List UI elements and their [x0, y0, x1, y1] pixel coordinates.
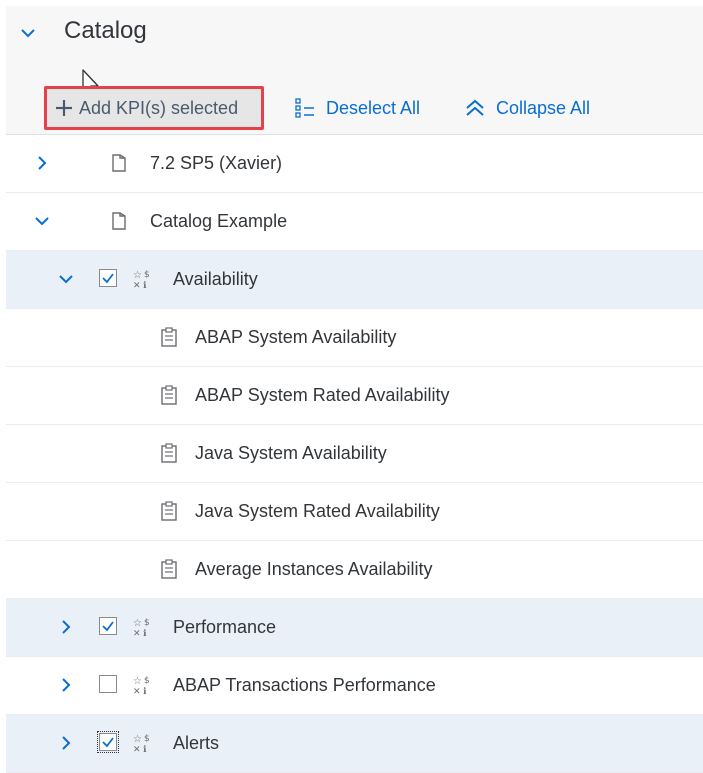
collapse-all-button[interactable]: Collapse All [464, 86, 590, 130]
tree-row-catalog-example[interactable]: Catalog Example [6, 193, 703, 251]
tree-row-performance[interactable]: ☆ $ ✕ ℹ Performance [6, 599, 703, 657]
clipboard-icon [161, 443, 177, 463]
tree-row-abap-transactions-performance[interactable]: ☆ $ ✕ ℹ ABAP Transactions Performance [6, 657, 703, 715]
svg-text:✕: ✕ [133, 745, 141, 754]
double-chevron-up-icon [466, 99, 484, 116]
svg-text:☆: ☆ [133, 270, 142, 281]
svg-text:$: $ [144, 618, 150, 628]
tree-row-label: Average Instances Availability [195, 559, 433, 579]
chevron-right-icon[interactable] [34, 155, 50, 171]
chevron-right-icon[interactable] [58, 735, 74, 751]
tree-row-kpi[interactable]: Java System Availability [6, 425, 703, 483]
clipboard-icon [161, 327, 177, 347]
svg-text:✕: ✕ [133, 281, 141, 290]
clipboard-icon [161, 385, 177, 405]
svg-text:☆: ☆ [133, 618, 142, 629]
checkbox-unchecked[interactable] [99, 675, 117, 693]
chevron-right-icon[interactable] [58, 677, 74, 693]
tree-row-label: 7.2 SP5 (Xavier) [150, 153, 283, 173]
svg-text:$: $ [144, 734, 150, 744]
kpi-group-icon: ☆ $ ✕ ℹ [133, 618, 150, 638]
tree-row-availability[interactable]: ☆ $ ✕ ℹ Availability [6, 251, 703, 309]
catalog-panel: Catalog Add KPI(s) selected Deselect All [6, 6, 703, 773]
clipboard-icon [161, 559, 177, 579]
catalog-title: Catalog [64, 17, 147, 44]
deselect-all-button[interactable]: Deselect All [294, 86, 420, 130]
tree-row-label: Java System Rated Availability [195, 501, 440, 521]
tree-row-label: ABAP System Availability [195, 327, 397, 347]
checkmark-icon [102, 621, 114, 632]
chevron-down-icon[interactable] [20, 25, 36, 41]
chevron-down-icon[interactable] [58, 271, 74, 287]
tree-row-kpi[interactable]: ABAP System Rated Availability [6, 367, 703, 425]
tree-row-label: Java System Availability [195, 443, 387, 463]
tree-row-label: ABAP Transactions Performance [173, 675, 436, 695]
tree-row-kpi[interactable]: Average Instances Availability [6, 541, 703, 599]
tree-row-alerts[interactable]: ☆ $ ✕ ℹ Alerts [6, 715, 703, 773]
tree-row-label: Availability [173, 269, 258, 289]
tree-row-label: ABAP System Rated Availability [195, 385, 450, 405]
svg-text:$: $ [144, 676, 150, 686]
svg-text:ℹ: ℹ [143, 629, 147, 638]
svg-text:☆: ☆ [133, 734, 142, 745]
tree-row-label: Alerts [173, 733, 220, 753]
folder-icon [112, 212, 126, 230]
collapse-all-label: Collapse All [496, 97, 591, 118]
clipboard-icon [161, 501, 177, 521]
tree-row-label: Performance [173, 617, 277, 637]
svg-text:ℹ: ℹ [143, 281, 147, 290]
svg-text:$: $ [144, 270, 150, 280]
svg-text:✕: ✕ [133, 629, 141, 638]
catalog-toolbar: Add KPI(s) selected Deselect All Collaps… [6, 86, 703, 134]
kpi-group-icon: ☆ $ ✕ ℹ [133, 734, 150, 754]
checkmark-icon [102, 737, 114, 748]
checkbox-checked[interactable] [97, 731, 119, 753]
add-kpis-selected-button[interactable]: Add KPI(s) selected [44, 86, 264, 130]
checkmark-icon [102, 273, 114, 284]
svg-text:ℹ: ℹ [143, 687, 147, 696]
folder-icon [112, 154, 126, 172]
tree-row-label: Catalog Example [150, 211, 288, 231]
chevron-right-icon[interactable] [58, 619, 74, 635]
svg-text:✕: ✕ [133, 687, 141, 696]
chevron-down-icon[interactable] [34, 213, 50, 229]
kpi-group-icon: ☆ $ ✕ ℹ [133, 270, 150, 290]
tree-row-kpi[interactable]: Java System Rated Availability [6, 483, 703, 541]
catalog-header[interactable]: Catalog [6, 6, 703, 62]
tree-row-7-2-sp5[interactable]: 7.2 SP5 (Xavier) [6, 135, 703, 193]
deselect-all-label: Deselect All [326, 97, 421, 118]
kpi-group-icon: ☆ $ ✕ ℹ [133, 676, 150, 696]
kpi-tree: 7.2 SP5 (Xavier) Catalog Example ☆ $ ✕ ℹ… [6, 134, 703, 773]
checkbox-checked[interactable] [99, 617, 117, 635]
tree-row-kpi[interactable]: ABAP System Availability [6, 309, 703, 367]
svg-text:ℹ: ℹ [143, 745, 147, 754]
deselect-list-icon [295, 98, 314, 118]
add-kpis-label: Add KPI(s) selected [79, 97, 239, 118]
checkbox-checked[interactable] [99, 269, 117, 287]
plus-icon [56, 100, 72, 116]
svg-text:☆: ☆ [133, 676, 142, 687]
